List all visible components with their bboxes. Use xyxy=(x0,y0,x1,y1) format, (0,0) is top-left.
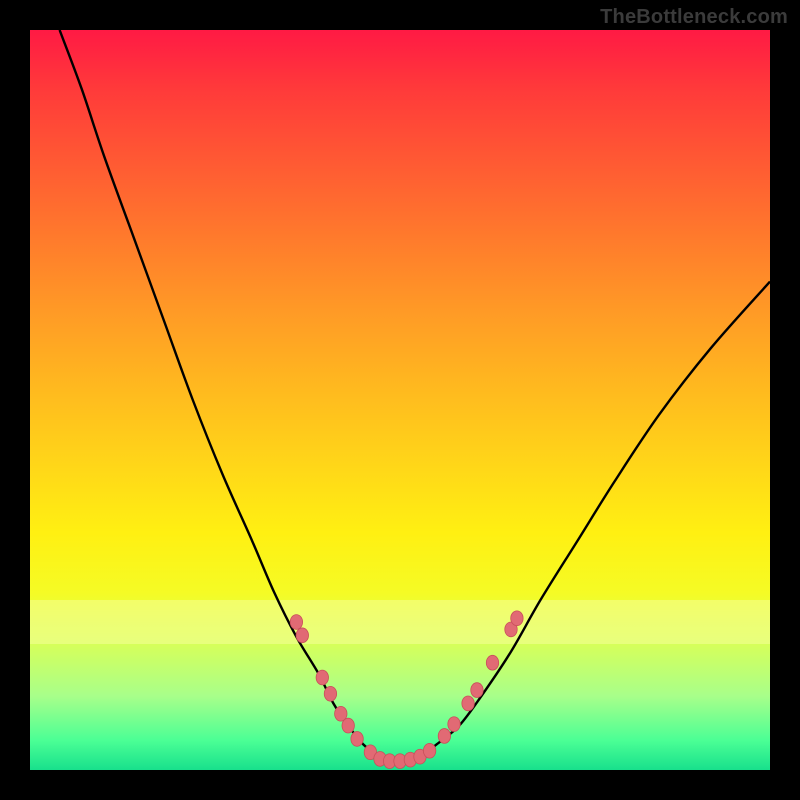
curve-marker xyxy=(448,717,460,732)
curve-marker xyxy=(486,655,498,670)
curve-marker xyxy=(290,615,302,630)
curve-marker xyxy=(471,683,483,698)
curve-marker xyxy=(324,686,336,701)
bottleneck-curve xyxy=(60,30,770,762)
curve-marker xyxy=(438,729,450,744)
curve-marker xyxy=(423,743,435,758)
curve-marker xyxy=(316,670,328,685)
plot-area xyxy=(30,30,770,770)
curve-markers xyxy=(290,611,523,769)
chart-svg xyxy=(30,30,770,770)
curve-marker xyxy=(296,628,308,643)
curve-marker xyxy=(462,696,474,711)
curve-marker xyxy=(342,718,354,733)
curve-marker xyxy=(511,611,523,626)
chart-frame: TheBottleneck.com xyxy=(0,0,800,800)
curve-marker xyxy=(351,732,363,747)
watermark-text: TheBottleneck.com xyxy=(600,6,788,29)
